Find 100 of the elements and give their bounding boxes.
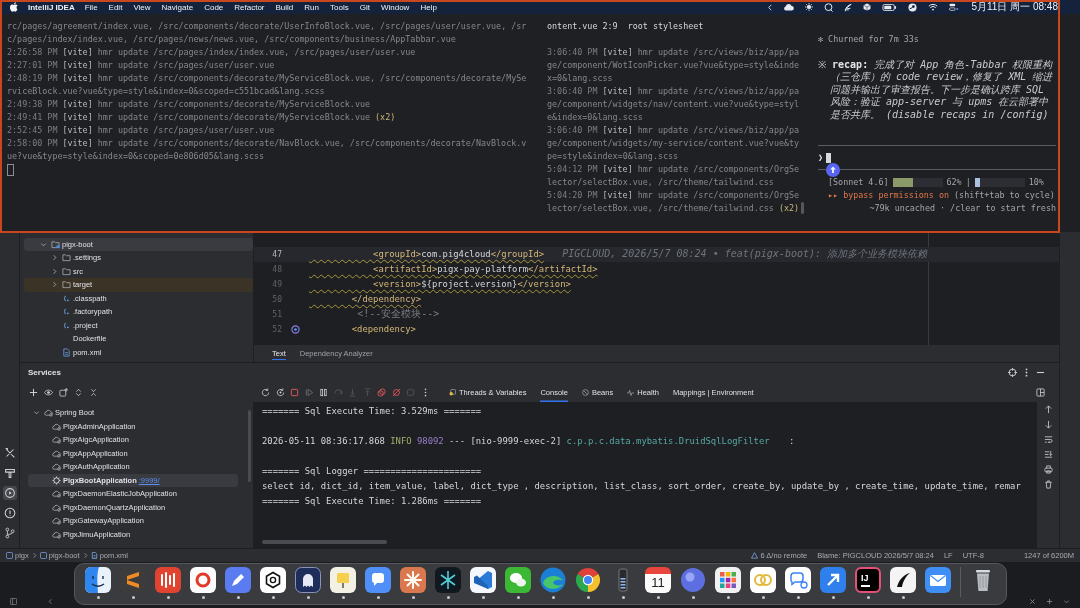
menu-item[interactable]: File xyxy=(84,2,98,12)
mute-breakpoints-icon[interactable] xyxy=(391,387,401,397)
chat-tile-icon[interactable] xyxy=(365,567,391,593)
prompt-symbol: ❯ xyxy=(818,151,824,164)
alert-icon[interactable] xyxy=(2,506,17,520)
hammer-icon[interactable] xyxy=(2,466,17,480)
pen-tile-icon[interactable] xyxy=(225,567,251,593)
menu-item[interactable]: View xyxy=(133,2,151,12)
layout-icon[interactable] xyxy=(1035,387,1045,397)
grid-tile-icon[interactable] xyxy=(715,567,741,593)
ghost-tile-icon[interactable] xyxy=(295,567,321,593)
new-window-icon[interactable] xyxy=(59,387,68,397)
arrow-tile-icon[interactable] xyxy=(820,567,846,593)
close-icon[interactable] xyxy=(1029,598,1036,605)
plus-icon[interactable] xyxy=(1046,598,1053,605)
scrollbar-thumb[interactable] xyxy=(801,201,805,214)
code-text: <version>${project.version}</version> xyxy=(372,279,571,289)
status-text: ✻ Churned for 7m 33s xyxy=(818,32,920,46)
face-tile-icon[interactable] xyxy=(85,567,111,593)
search-icon[interactable] xyxy=(824,2,834,12)
stop-icon[interactable] xyxy=(290,387,299,397)
rerun-icon[interactable] xyxy=(261,387,270,397)
disc-icon[interactable] xyxy=(908,2,918,12)
scrollbar-thumb[interactable] xyxy=(262,540,387,544)
apple-logo-icon[interactable] xyxy=(10,2,18,12)
plus-icon[interactable] xyxy=(29,387,38,397)
orb-tile-icon[interactable] xyxy=(680,567,706,593)
sidebar-icon[interactable] xyxy=(10,598,17,605)
chevron-right-icon[interactable] xyxy=(51,267,58,275)
clock-text[interactable]: 5月11日 周一 08:48 xyxy=(971,0,1058,14)
asterisk-tile-icon[interactable] xyxy=(400,567,426,593)
wifi-icon[interactable] xyxy=(928,3,939,11)
cursor-block-icon xyxy=(7,163,14,176)
note-tile-icon[interactable] xyxy=(330,567,356,593)
toggle-icon[interactable] xyxy=(949,3,960,11)
print-icon[interactable] xyxy=(1043,465,1053,474)
envelope-tile-icon[interactable] xyxy=(925,567,951,593)
chevron-right-icon xyxy=(30,552,38,559)
code-text: </dependency> xyxy=(350,294,422,304)
crosshair-icon[interactable] xyxy=(1008,368,1017,377)
breakpoints-icon[interactable] xyxy=(377,387,386,397)
menu-item[interactable]: Code xyxy=(204,2,224,12)
bracket-dot-icon xyxy=(62,320,71,330)
cube-icon[interactable] xyxy=(863,3,872,11)
code-text: <groupId>com.pig4cloud</groupId> xyxy=(372,249,545,259)
console-line: ======= Sql Execute Time: 3.529ms ======= xyxy=(262,405,482,416)
chevron-down-icon[interactable] xyxy=(40,240,47,248)
bars-tile-icon[interactable] xyxy=(155,567,181,593)
play-circle-icon[interactable] xyxy=(2,486,17,500)
rings-tile-icon[interactable] xyxy=(750,567,776,593)
line-number: 52 xyxy=(271,324,282,334)
spiked-ball-icon[interactable] xyxy=(805,3,814,11)
model-label: [Sonnet 4.6] xyxy=(828,176,889,189)
menu-item[interactable]: Help xyxy=(420,2,437,12)
chevron-down-icon[interactable] xyxy=(1063,598,1070,605)
usage-meter xyxy=(892,178,943,187)
line-number: 50 xyxy=(271,294,282,304)
expand-all-icon[interactable] xyxy=(74,387,83,397)
calendar-icon[interactable]: 11 xyxy=(645,567,671,593)
ribbon-tile-icon[interactable] xyxy=(470,567,496,593)
ring-tile-icon[interactable] xyxy=(190,567,216,593)
scroll-to-end-icon[interactable] xyxy=(1043,450,1053,459)
restart-icon[interactable] xyxy=(275,387,285,397)
menu-item[interactable]: Build xyxy=(275,2,294,12)
cloud-icon[interactable] xyxy=(783,3,795,11)
hexagon-tile-icon[interactable] xyxy=(260,567,286,593)
lettered-app-icon[interactable]: IJ xyxy=(855,567,881,593)
gutter-marker-icon[interactable] xyxy=(291,324,300,334)
menu-item[interactable]: Tools xyxy=(330,2,349,12)
feather-icon[interactable] xyxy=(844,2,853,12)
chevron-right-icon[interactable] xyxy=(51,254,58,262)
swoosh-tile-icon[interactable] xyxy=(890,567,916,593)
pause-icon[interactable] xyxy=(319,387,328,397)
swirl-tile-icon[interactable] xyxy=(540,567,566,593)
eye-icon[interactable] xyxy=(44,387,53,397)
chevron-left-icon[interactable] xyxy=(768,3,773,11)
menu-item[interactable]: Run xyxy=(304,2,319,12)
speech-bubble-tile-icon[interactable] xyxy=(785,567,811,593)
bubbles-tile-icon[interactable] xyxy=(505,567,531,593)
warning-triangle-icon xyxy=(750,552,758,559)
down-arrow-icon[interactable] xyxy=(1043,420,1053,429)
up-arrow-icon[interactable] xyxy=(1043,405,1053,414)
chevron-down-icon[interactable] xyxy=(33,409,40,417)
app-menu[interactable]: IntelliJ IDEA xyxy=(28,2,75,12)
collapse-all-icon[interactable] xyxy=(89,387,98,397)
menu-item[interactable]: Edit xyxy=(108,2,123,12)
menu-item[interactable]: Navigate xyxy=(161,2,194,12)
line-number: 47 xyxy=(271,249,282,259)
trash-icon[interactable] xyxy=(1043,480,1053,489)
star-tile-icon[interactable] xyxy=(435,567,461,593)
wheel-tile-icon[interactable] xyxy=(575,567,601,593)
scrollbar-thumb[interactable] xyxy=(248,410,251,482)
chevron-right-icon[interactable] xyxy=(51,281,58,289)
battery-icon[interactable] xyxy=(882,3,898,11)
menu-item[interactable]: Refactor xyxy=(234,2,265,12)
branch-icon[interactable] xyxy=(2,526,17,540)
menu-item[interactable]: Window xyxy=(380,2,410,12)
menu-item[interactable]: Git xyxy=(359,2,370,12)
up-arrow-badge-icon[interactable] xyxy=(826,163,840,177)
soft-wrap-icon[interactable] xyxy=(1043,435,1053,444)
